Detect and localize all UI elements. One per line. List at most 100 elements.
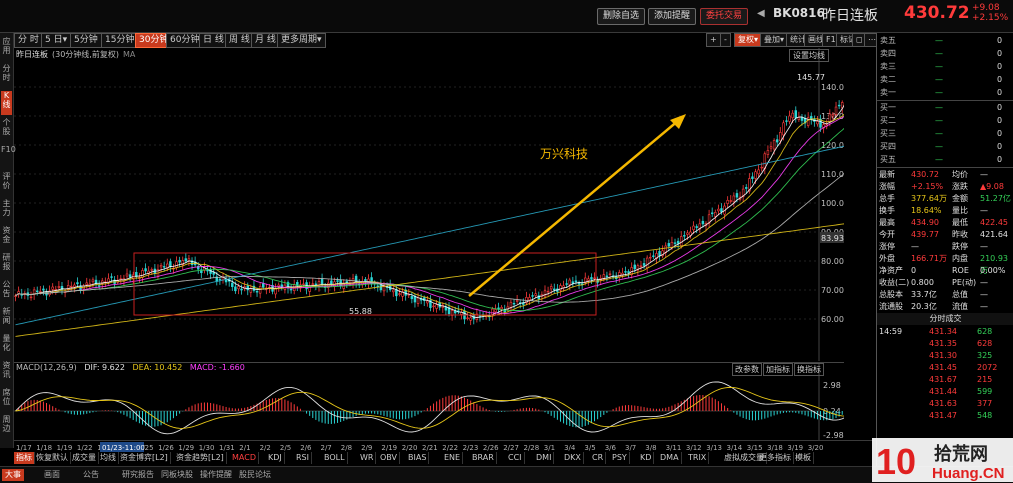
indicator-tab[interactable]: 资金趋势[L2] xyxy=(174,452,227,464)
candle[interactable] xyxy=(398,293,401,295)
period-tab[interactable]: 5分钟 xyxy=(70,33,102,48)
left-nav-item[interactable]: 周边 xyxy=(1,415,12,439)
candle[interactable] xyxy=(35,290,39,293)
indicator-tab[interactable]: 更多指标 xyxy=(757,452,794,464)
candle[interactable] xyxy=(141,270,144,278)
candle[interactable] xyxy=(330,280,333,285)
bottom-tab[interactable]: 同板块股 xyxy=(158,469,196,481)
candle[interactable] xyxy=(683,235,686,237)
candle[interactable] xyxy=(336,280,339,282)
trade-button[interactable]: 委托交易 xyxy=(700,8,749,25)
candle[interactable] xyxy=(144,268,147,272)
candle[interactable] xyxy=(500,307,503,310)
candle[interactable] xyxy=(175,261,178,268)
candle[interactable] xyxy=(57,286,61,288)
candle[interactable] xyxy=(754,171,757,179)
indicator-tab[interactable]: BRAR xyxy=(470,452,497,464)
period-tab[interactable]: 60分钟 xyxy=(166,33,204,48)
candle[interactable] xyxy=(816,121,819,125)
indicator-tab[interactable]: DMA xyxy=(658,452,682,464)
indicator-tab[interactable]: DMI xyxy=(534,452,555,464)
period-tab[interactable]: 更多周期▾ xyxy=(277,33,326,48)
candle[interactable] xyxy=(676,240,680,244)
period-tab[interactable]: 15分钟 xyxy=(101,33,139,48)
candle[interactable] xyxy=(642,263,646,266)
candle[interactable] xyxy=(392,289,395,293)
indicator-tab[interactable]: PSY xyxy=(610,452,630,464)
bottom-tab[interactable]: 操作提醒 xyxy=(197,469,235,481)
candle[interactable] xyxy=(364,279,367,282)
candle[interactable] xyxy=(760,166,763,169)
left-nav-item[interactable]: 公告 xyxy=(1,280,12,304)
candle[interactable] xyxy=(255,291,259,293)
candle[interactable] xyxy=(788,115,791,122)
indicator-tab[interactable]: KD xyxy=(638,452,655,464)
candle[interactable] xyxy=(766,150,770,155)
candle[interactable] xyxy=(466,317,469,319)
left-nav-item[interactable]: 研报 xyxy=(1,253,12,277)
candle[interactable] xyxy=(732,195,736,203)
candle[interactable] xyxy=(667,243,671,247)
candle[interactable] xyxy=(246,285,249,291)
candle[interactable] xyxy=(769,146,773,149)
candle[interactable] xyxy=(534,293,537,296)
macd-option-button[interactable]: 改参数 xyxy=(732,363,762,376)
candle[interactable] xyxy=(714,212,717,217)
candle[interactable] xyxy=(568,279,571,285)
candle[interactable] xyxy=(695,226,698,228)
candle[interactable] xyxy=(593,277,596,279)
macd-chart[interactable]: 2.98 0.24 -2.98 xyxy=(14,362,844,441)
candle[interactable] xyxy=(240,288,243,291)
remove-watchlist-button[interactable]: 删除自选 xyxy=(597,8,646,25)
candle[interactable] xyxy=(289,288,293,291)
candle[interactable] xyxy=(553,288,556,291)
candle[interactable] xyxy=(633,264,637,270)
candle[interactable] xyxy=(206,269,209,272)
candle[interactable] xyxy=(785,120,788,122)
bottom-tab[interactable]: 公告 xyxy=(80,469,102,481)
indicator-tab[interactable]: RSI xyxy=(294,452,312,464)
candle[interactable] xyxy=(692,225,695,231)
candle[interactable] xyxy=(85,282,88,285)
candle[interactable] xyxy=(416,297,420,304)
candle[interactable] xyxy=(549,286,553,290)
candle[interactable] xyxy=(751,176,754,179)
bottom-tab[interactable]: 股民论坛 xyxy=(236,469,274,481)
candle[interactable] xyxy=(800,117,804,121)
candle[interactable] xyxy=(726,200,729,204)
candle[interactable] xyxy=(395,289,398,297)
candle[interactable] xyxy=(624,271,627,273)
left-nav-item[interactable]: 评价 xyxy=(1,172,12,196)
candle[interactable] xyxy=(150,269,154,271)
candle[interactable] xyxy=(779,132,782,142)
candle[interactable] xyxy=(837,104,841,107)
candle[interactable] xyxy=(794,110,798,119)
ma-settings-button[interactable]: 设置均线 xyxy=(789,49,829,62)
left-nav-item[interactable]: K线 xyxy=(1,91,12,115)
indicator-tab[interactable]: 恢复默认 xyxy=(34,452,71,464)
candle[interactable] xyxy=(345,281,349,283)
left-nav-item[interactable]: 主力 xyxy=(1,199,12,223)
candle[interactable] xyxy=(590,277,593,280)
candle[interactable] xyxy=(574,280,578,282)
candle[interactable] xyxy=(76,282,79,285)
candle[interactable] xyxy=(128,274,132,278)
chart-tool-button[interactable]: + xyxy=(706,33,721,47)
candle[interactable] xyxy=(169,261,172,268)
indicator-tab[interactable]: BOLL xyxy=(322,452,348,464)
indicator-tab[interactable]: 均线 xyxy=(98,452,119,464)
candle[interactable] xyxy=(515,300,519,302)
bottom-tab[interactable]: 大事 xyxy=(2,469,24,481)
chevron-left-icon[interactable]: ◀ xyxy=(757,8,765,19)
candle[interactable] xyxy=(717,208,720,212)
candle[interactable] xyxy=(426,300,429,304)
left-nav-item[interactable]: 新闻 xyxy=(1,307,12,331)
candle[interactable] xyxy=(218,278,222,281)
bottom-tab[interactable]: 画面 xyxy=(41,469,63,481)
indicator-tab[interactable]: MACD xyxy=(230,452,259,464)
candle[interactable] xyxy=(234,286,237,292)
left-nav-item[interactable]: 分时 xyxy=(1,64,12,88)
candle[interactable] xyxy=(435,304,438,309)
candle[interactable] xyxy=(110,276,113,278)
add-alert-button[interactable]: 添加提醒 xyxy=(648,8,697,25)
